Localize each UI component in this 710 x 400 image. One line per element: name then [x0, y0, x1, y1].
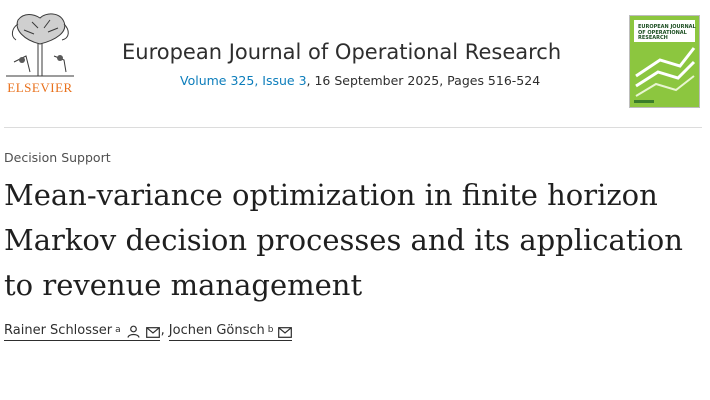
author-separator: , [160, 323, 165, 338]
person-icon [127, 325, 140, 338]
article-section-label: Decision Support [4, 150, 111, 165]
journal-title[interactable]: European Journal of Operational Research [122, 40, 561, 64]
author-link-rainer-schlosser[interactable]: Rainer Schlosser a [4, 323, 160, 341]
cover-title-text: EUROPEAN JOURNAL OF OPERATIONAL RESEARCH [638, 24, 696, 41]
envelope-icon [145, 327, 160, 338]
issue-info: Volume 325, Issue 3, 16 September 2025, … [180, 73, 540, 88]
article-title: Mean-variance optimization in finite hor… [4, 178, 683, 302]
author-affiliation-marker: a [115, 325, 121, 335]
author-link-jochen-goensch[interactable]: Jochen Gönsch b [168, 323, 292, 341]
author-name: Rainer Schlosser [4, 323, 113, 338]
author-list: Rainer Schlosser a , Jochen Gönsch b [4, 323, 292, 341]
author-affiliation-marker: b [267, 325, 274, 335]
volume-issue-link[interactable]: Volume 325, Issue 3 [180, 73, 307, 88]
envelope-icon [277, 327, 292, 338]
author-name: Jochen Gönsch [168, 323, 265, 338]
elsevier-logo[interactable]: ELSEVIER [4, 10, 76, 95]
elsevier-tree-icon [6, 13, 74, 77]
journal-cover-image[interactable]: EUROPEAN JOURNAL OF OPERATIONAL RESEARCH [629, 15, 700, 108]
issue-date-pages: , 16 September 2025, Pages 516-524 [306, 73, 541, 88]
header-divider [4, 127, 702, 128]
elsevier-wordmark: ELSEVIER [7, 80, 73, 95]
